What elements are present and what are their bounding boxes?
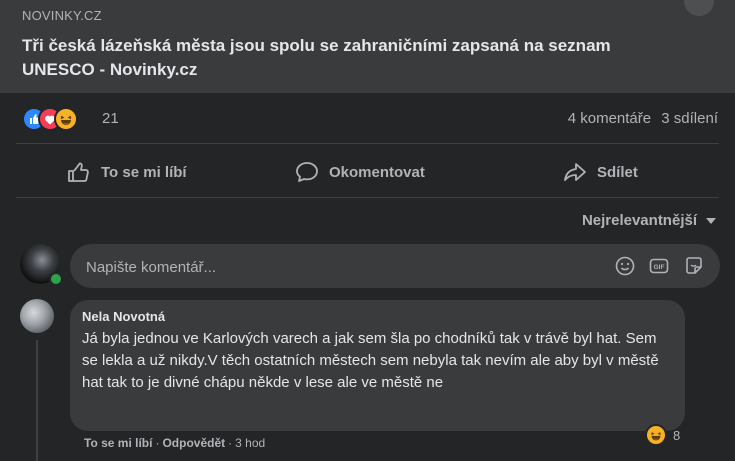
comment-reply-link[interactable]: Odpovědět [162,436,225,450]
comment-reaction-count: 8 [673,427,681,443]
gif-icon[interactable]: GIF [648,255,670,277]
like-button[interactable]: To se mi líbí [67,160,187,184]
like-label: To se mi líbí [101,163,187,181]
haha-icon [54,107,78,131]
emoji-icon[interactable] [614,255,636,277]
sticker-icon[interactable] [683,255,705,277]
post-stats: 4 komentáře 3 sdílení [562,110,718,127]
comment-like-link[interactable]: To se mi líbí [84,436,152,450]
comments-count[interactable]: 4 komentáře [568,110,651,127]
share-label: Sdílet [597,163,638,181]
sort-label: Nejrelevantnější [581,212,697,229]
commenter-avatar[interactable] [20,299,54,333]
comment-input[interactable] [84,244,588,290]
divider [16,197,719,198]
haha-icon [645,424,667,446]
comment-text: Já byla jednou ve Karlových varech a jak… [82,330,659,391]
separator-dot: · [155,436,160,450]
more-options-button[interactable] [684,0,714,16]
comment-button[interactable]: Okomentovat [295,160,425,184]
comment-timestamp[interactable]: 3 hod [235,436,265,450]
thread-line [36,340,38,461]
share-button[interactable]: Sdílet [563,160,638,184]
comment-reactions[interactable]: 8 [645,424,680,446]
link-preview[interactable]: NOVINKY.CZ Tři česká lázeňská města jsou… [0,0,735,93]
divider [16,143,719,144]
shares-count[interactable]: 3 sdílení [661,110,718,127]
comment-actions: To se mi líbí · Odpovědět · 3 hod [84,436,265,450]
online-status-dot [49,272,63,286]
thumbs-up-icon [68,162,89,182]
comment-author[interactable]: Nela Novotná [82,308,673,325]
share-arrow-icon [564,163,586,181]
link-source: NOVINKY.CZ [22,8,102,23]
comment-bubble: Nela Novotná Já byla jednou ve Karlových… [70,300,685,431]
reactions-count: 21 [102,110,119,127]
comment-bubble-icon [296,162,318,182]
link-title[interactable]: Tři česká lázeňská města jsou spolu se z… [22,34,682,82]
separator-dot: · [228,436,233,450]
sort-dropdown[interactable]: Nejrelevantnější [582,212,717,229]
reactions-summary[interactable]: 21 [22,107,222,131]
comment-input-box[interactable]: GIF [70,244,720,290]
svg-text:GIF: GIF [654,264,665,271]
caret-down-icon [706,217,716,224]
comment-label: Okomentovat [329,163,425,181]
